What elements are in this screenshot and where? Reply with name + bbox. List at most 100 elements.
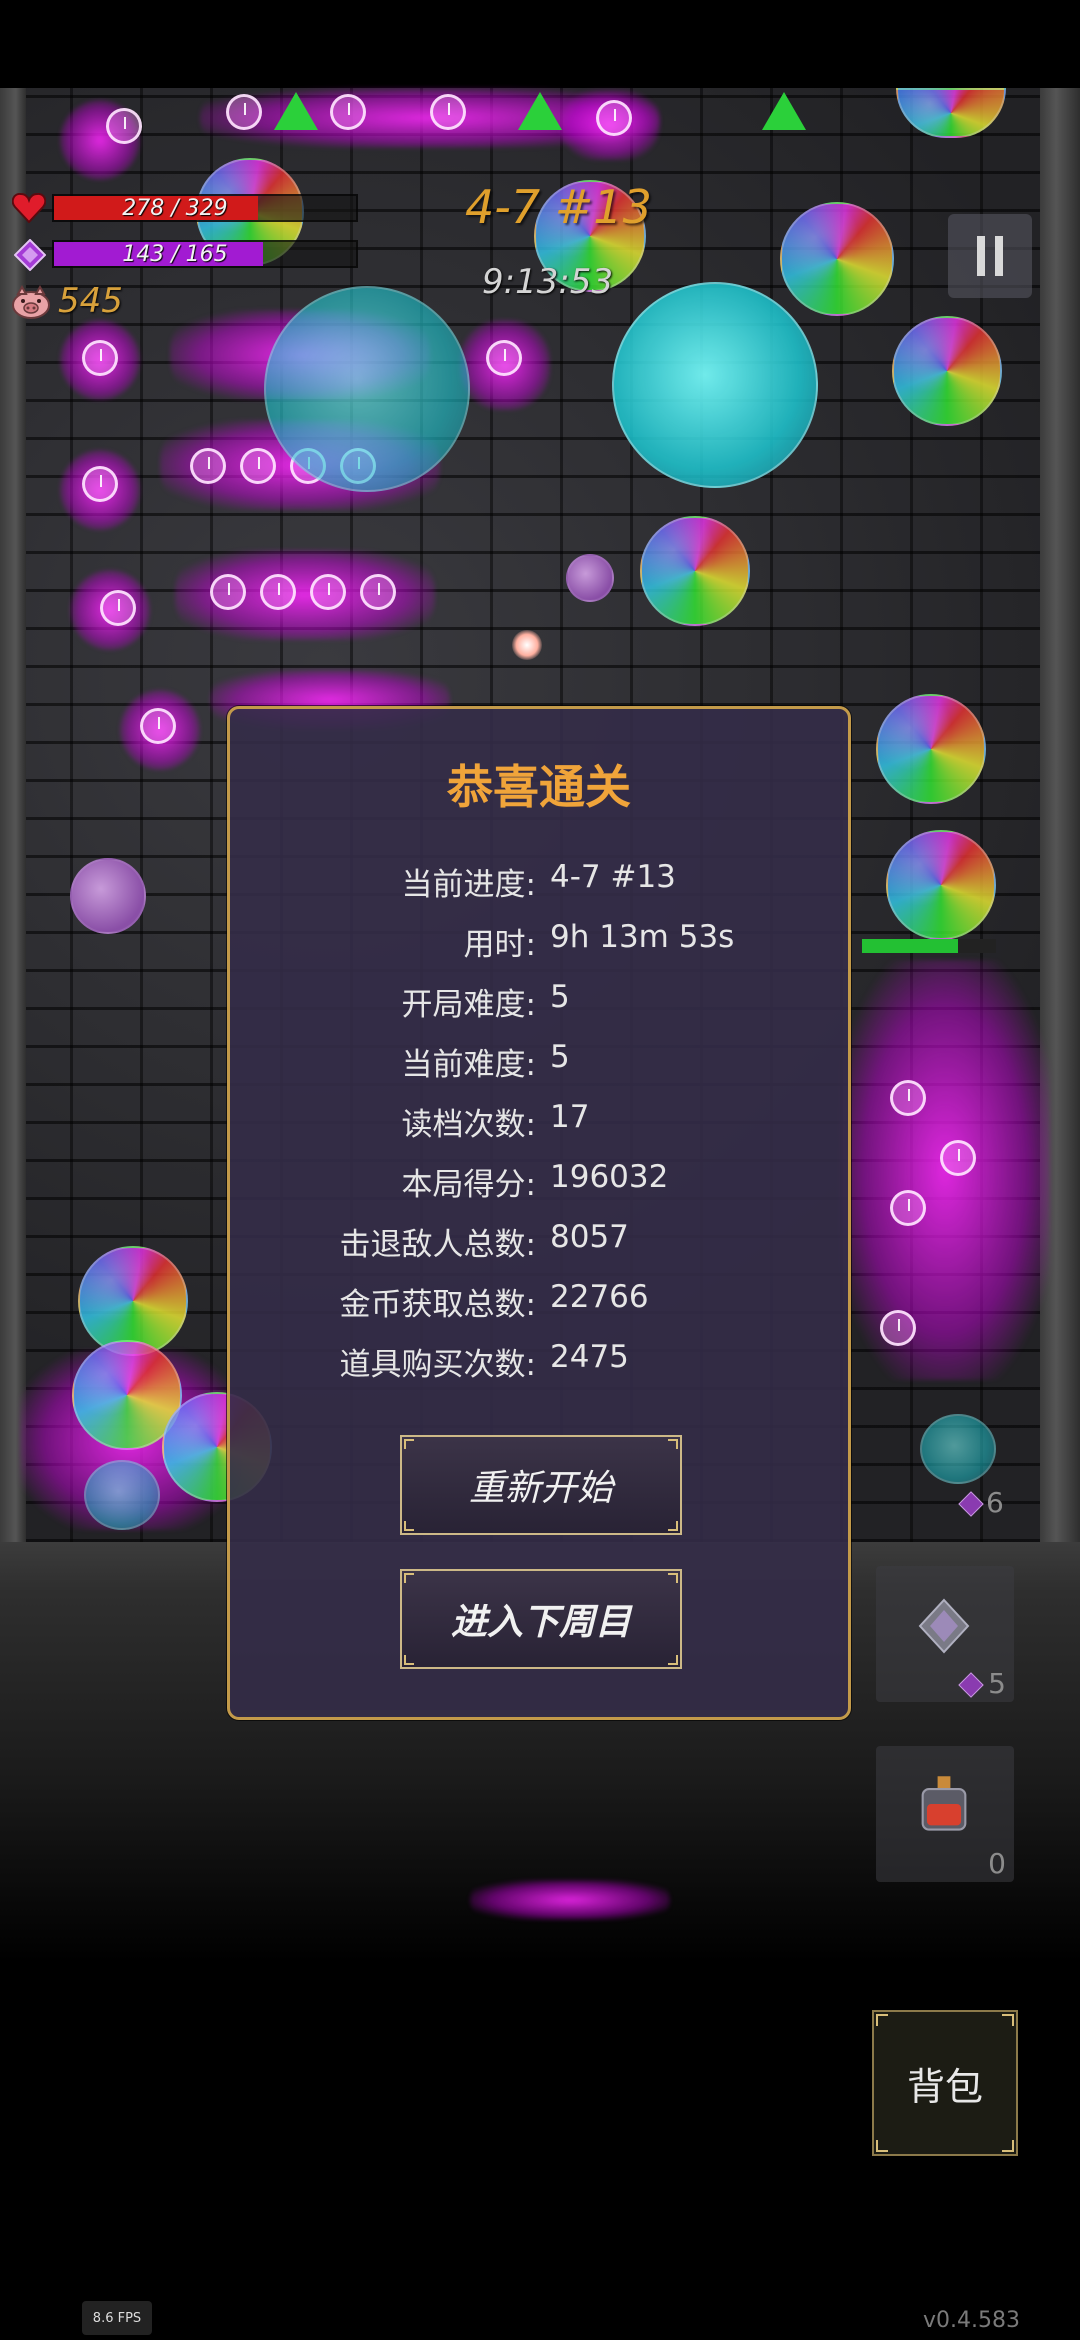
violet-orb [70,858,146,934]
corner-ornament [404,1573,414,1583]
stat-value: 8057 [550,1219,629,1255]
stat-label: 当前进度: [401,867,536,903]
stat-value: 9h 13m 53s [550,919,735,955]
stat-label: 读档次数: [401,1107,536,1143]
pause-icon [995,236,1003,276]
stat-label: 本局得分: [401,1167,536,1203]
rainbow-bubble [892,316,1002,426]
direction-arrow-icon [762,92,806,130]
corner-ornament [668,1439,678,1449]
item-slot-2[interactable]: 0 [876,1746,1014,1882]
stage-label: 4-7 #13 [465,180,652,234]
clock-enemy [486,340,522,376]
dialog-title: 恭喜通关 [447,760,631,814]
clock-enemy [240,448,276,484]
clock-enemy [940,1140,976,1176]
stat-label: 用时: [463,927,536,963]
enemy-health-bar [862,939,996,953]
item-slot-1[interactable]: 5 [876,1566,1014,1702]
enemy-health-fill [862,939,959,953]
heart-icon [12,193,46,223]
direction-arrow-icon [274,92,318,130]
item-count: 0 [988,1847,1006,1880]
corner-ornament [876,2014,888,2026]
pause-button[interactable] [948,214,1032,298]
clock-enemy [330,94,366,130]
stat-value: 5 [550,1039,570,1075]
item-count: 6 [986,1486,1004,1519]
next-cycle-button[interactable]: 进入下周目 [400,1569,682,1669]
clock-enemy [880,1310,916,1346]
next-cycle-label: 进入下周目 [450,1602,631,1643]
stat-label: 金币获取总数: [339,1287,536,1323]
stat-row-kills: 击退敌人总数: 8057 [230,1219,848,1263]
stat-value: 4-7 #13 [550,859,676,895]
stat-row-gold: 金币获取总数: 22766 [230,1279,848,1323]
stat-row-time: 用时: 9h 13m 53s [230,919,848,963]
gold-count: 545 [58,281,123,321]
corner-ornament [404,1439,414,1449]
rainbow-bubble [876,694,986,804]
corner-ornament [668,1655,678,1665]
corner-ornament [1002,2140,1014,2152]
mana-gem-icon [14,239,46,271]
stat-value: 5 [550,979,570,1015]
clock-enemy [82,340,118,376]
hp-bar: 278 / 329 [52,194,358,222]
game-screen: 278 / 329 143 / 165 545 4-7 #13 9:13:53 … [0,0,1080,2340]
stat-value: 196032 [550,1159,669,1195]
mp-bar: 143 / 165 [52,240,358,268]
clock-enemy [890,1080,926,1116]
victory-dialog: 恭喜通关 当前进度: 4-7 #13 用时: 9h 13m 53s 开局难度: … [227,706,851,1720]
cyan-bubble [84,1460,160,1530]
stat-label: 当前难度: [401,1047,536,1083]
direction-arrow-icon [518,92,562,130]
stat-label: 道具购买次数: [339,1347,536,1383]
clock-enemy [82,466,118,502]
potion-item-icon [921,1776,967,1831]
restart-button[interactable]: 重新开始 [400,1435,682,1535]
restart-label: 重新开始 [468,1468,613,1509]
clock-enemy [260,574,296,610]
elapsed-timer: 9:13:53 [482,262,614,302]
clock-enemy [190,448,226,484]
clock-enemy [430,94,466,130]
crystal-item-icon [918,1598,970,1654]
clock-enemy [140,708,176,744]
bag-button[interactable]: 背包 [872,2010,1018,2156]
corner-ornament [668,1521,678,1531]
corner-ornament [1002,2014,1014,2026]
corner-ornament [404,1521,414,1531]
clock-enemy [596,100,632,136]
clock-enemy [210,574,246,610]
stat-label: 开局难度: [401,987,536,1023]
stat-row-score: 本局得分: 196032 [230,1159,848,1203]
enemy-swarm [470,1880,670,1920]
hp-text: 278 / 329 [122,195,228,221]
clock-enemy [360,574,396,610]
stat-row-progress: 当前进度: 4-7 #13 [230,859,848,903]
stat-row-loads: 读档次数: 17 [230,1099,848,1143]
version-label: v0.4.583 [923,2308,1020,2333]
corner-ornament [404,1655,414,1665]
stat-value: 17 [550,1099,590,1135]
cyan-bubble [612,282,818,488]
gem-icon [958,1672,984,1698]
stat-row-purchases: 道具购买次数: 2475 [230,1339,848,1383]
corner-ornament [668,1573,678,1583]
clock-enemy [100,590,136,626]
rainbow-bubble [886,830,996,940]
clock-enemy [226,94,262,130]
projectile-spark [512,630,542,660]
violet-orb [566,554,614,602]
stat-label: 击退敌人总数: [339,1227,536,1263]
rainbow-bubble [640,516,750,626]
stat-row-current-difficulty: 当前难度: 5 [230,1039,848,1083]
clock-enemy [106,108,142,144]
item-count: 5 [988,1667,1006,1700]
stat-value: 2475 [550,1339,629,1375]
mp-text: 143 / 165 [122,241,228,267]
clock-enemy [890,1190,926,1226]
cyan-bubble [264,286,470,492]
rainbow-bubble [780,202,894,316]
